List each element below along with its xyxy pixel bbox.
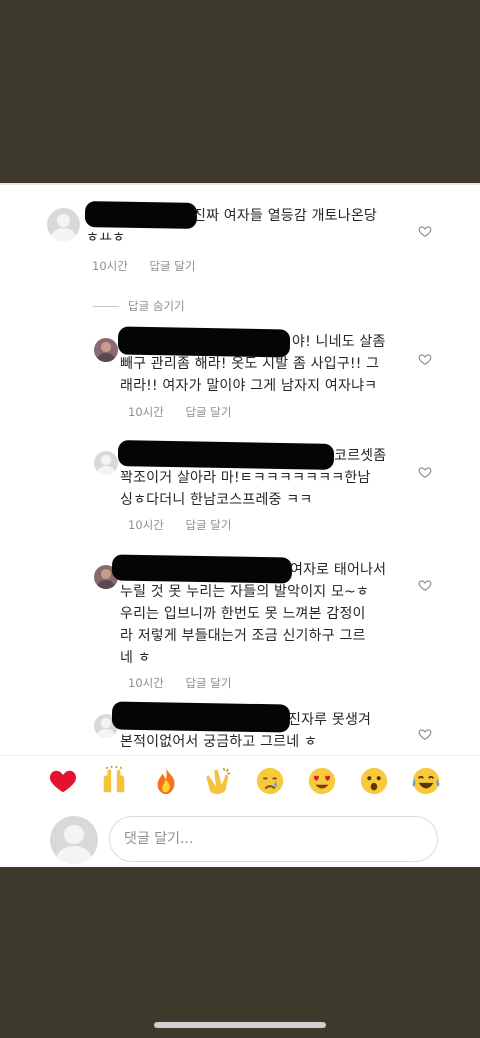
like-heart-icon[interactable] [418, 727, 432, 741]
reply-text: 코르셋좀 꽉조이거 살아라 마!ㅌㅋㅋㅋㅋㅋㅋㅋ한남 싱ㅎ다더니 한남코스프레중… [120, 445, 420, 511]
reply-link[interactable]: 답글 달기 [185, 518, 231, 532]
comment-text: 진짜 여자들 열등감 개토나온당 ㅎㅛㅎ [86, 205, 416, 249]
red-heart-icon[interactable] [48, 766, 78, 796]
astonished-face-icon[interactable] [359, 766, 389, 796]
reply-line: 본적이없어서 궁금하고 그르네 ㅎ [120, 734, 318, 750]
like-heart-icon[interactable] [418, 224, 432, 238]
comment-input[interactable]: 댓글 달기... [109, 816, 438, 862]
like-heart-icon[interactable] [418, 465, 432, 479]
heart-eyes-face-icon[interactable] [307, 766, 337, 796]
instagram-comments-screenshot: 진짜 여자들 열등감 개토나온당 ㅎㅛㅎ 10시간 답글 달기 답글 숨기기 야… [0, 183, 480, 867]
reply-link[interactable]: 답글 달기 [185, 676, 231, 690]
reply-meta: 10시간 답글 달기 [128, 517, 249, 533]
crying-face-icon[interactable] [255, 766, 285, 796]
reply-text: 여자로 태어나서 누릴 것 못 누리는 자들의 발악이지 모~ㅎ 우리는 입브니… [120, 559, 420, 669]
comment-compose-bar: 댓글 달기... [0, 807, 480, 867]
divider [0, 183, 480, 185]
reply-meta: 10시간 답글 달기 [128, 404, 249, 420]
reply-line: 여자로 태어나서 [290, 562, 387, 578]
reply-line: 우리는 입브니까 한번도 못 느껴본 감정이 [120, 606, 366, 622]
reply-line: 싱ㅎ다더니 한남코스프레중 ㅋㅋ [120, 492, 313, 508]
reply-line: 진자루 못생겨 [288, 712, 372, 728]
raising-hands-icon[interactable] [99, 766, 129, 796]
avatar[interactable] [94, 338, 118, 362]
reply-meta: 10시간 답글 달기 [128, 675, 249, 691]
current-user-avatar [50, 816, 98, 864]
comment-line-2: ㅎㅛㅎ [86, 230, 126, 246]
avatar[interactable] [94, 451, 118, 475]
avatar[interactable] [47, 208, 80, 241]
hide-replies-link[interactable]: 답글 숨기기 [93, 298, 185, 314]
like-heart-icon[interactable] [418, 352, 432, 366]
reply-text: 야! 니네도 살좀 빼구 관리좀 해라! 옷도 시발 좀 사입구!! 그 래라!… [120, 331, 420, 397]
reply-time: 10시간 [128, 518, 164, 532]
reply-link[interactable]: 답글 달기 [149, 259, 195, 273]
comment-meta: 10시간 답글 달기 [92, 258, 213, 274]
reply-time: 10시간 [128, 676, 164, 690]
comment-line-1: 진짜 여자들 열등감 개토나온당 [193, 208, 377, 224]
reply-line: 코르셋좀 [334, 448, 387, 464]
reply-line: 꽉조이거 살아라 마!ㅌㅋㅋㅋㅋㅋㅋㅋ한남 [120, 470, 371, 486]
reply-line: 래라!! 여자가 말이야 그게 남자지 여자냐ㅋ [120, 378, 378, 394]
reply-line: 누릴 것 못 누리는 자들의 발악이지 모~ㅎ [120, 584, 370, 600]
comment-time: 10시간 [92, 259, 128, 273]
fire-icon[interactable] [151, 766, 181, 796]
home-indicator[interactable] [154, 1022, 326, 1028]
reply-line: 빼구 관리좀 해라! 옷도 시발 좀 사입구!! 그 [120, 356, 380, 372]
tears-of-joy-face-icon[interactable] [411, 766, 441, 796]
reply-text: 진자루 못생겨 본적이없어서 궁금하고 그르네 ㅎ [120, 709, 420, 753]
reply-line: 라 저렇게 부들대는거 조금 신기하구 그르 [120, 628, 366, 644]
reply-time: 10시간 [128, 405, 164, 419]
clapping-hands-icon[interactable] [203, 766, 233, 796]
reply-line: 네 ㅎ [120, 650, 151, 666]
like-heart-icon[interactable] [418, 578, 432, 592]
emoji-quick-bar [0, 755, 480, 808]
reply-line: 야! 니네도 살좀 [292, 334, 386, 350]
reply-link[interactable]: 답글 달기 [185, 405, 231, 419]
